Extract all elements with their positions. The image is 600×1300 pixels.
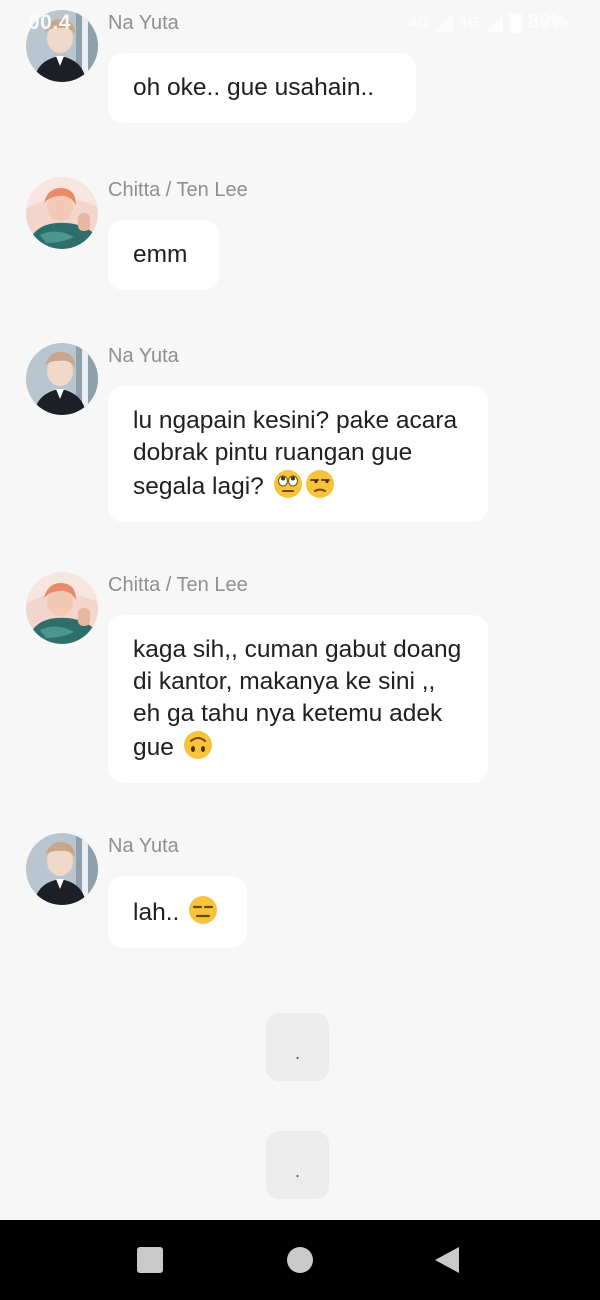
message-text: emm: [133, 241, 188, 268]
sender-name: Chitta / Ten Lee: [108, 574, 248, 596]
sender-name: Na Yuta: [108, 12, 179, 34]
avatar-ten[interactable]: [26, 572, 98, 644]
battery-icon: [508, 12, 522, 33]
square-icon[interactable]: [137, 1247, 163, 1273]
chat-screen: 00.4 4G 4G 89% Na Yuta oh oke.. gue usah…: [0, 0, 600, 1300]
signal-icon: [434, 13, 453, 32]
expressionless-emoji: [188, 895, 218, 925]
triangle-back-icon[interactable]: [435, 1247, 459, 1273]
circle-icon[interactable]: [287, 1247, 313, 1273]
upside-down-emoji: [183, 730, 213, 760]
typing-dot: .: [294, 1161, 300, 1181]
network-label-1: 4G: [408, 14, 429, 31]
signal-icon-2: [484, 13, 503, 32]
network-label-2: 4G: [458, 14, 479, 31]
typing-indicator: .: [266, 1013, 329, 1081]
typing-indicator: .: [266, 1131, 329, 1199]
message-text: lah..: [133, 899, 180, 926]
unamused-emoji: [305, 469, 335, 499]
avatar-yuta[interactable]: [26, 343, 98, 415]
avatar-yuta[interactable]: [26, 10, 98, 82]
sender-name: Na Yuta: [108, 345, 179, 367]
message-bubble[interactable]: lu ngapain kesini? pake acara dobrak pin…: [108, 386, 488, 522]
eye-roll-emoji: [273, 469, 303, 499]
sender-name: Chitta / Ten Lee: [108, 179, 248, 201]
message-bubble[interactable]: emm: [108, 220, 219, 290]
message-text: oh oke.. gue usahain..: [133, 74, 375, 101]
message-bubble[interactable]: oh oke.. gue usahain..: [108, 53, 416, 123]
avatar-yuta[interactable]: [26, 833, 98, 905]
avatar-ten[interactable]: [26, 177, 98, 249]
typing-dot: .: [294, 1043, 300, 1063]
navigation-bar: [0, 1220, 600, 1300]
battery-level: 89%: [527, 11, 568, 33]
message-bubble[interactable]: kaga sih,, cuman gabut doang di kantor, …: [108, 615, 488, 783]
status-icons: 4G 4G 89%: [409, 11, 568, 34]
sender-name: Na Yuta: [108, 835, 179, 857]
message-bubble[interactable]: lah..: [108, 876, 247, 948]
